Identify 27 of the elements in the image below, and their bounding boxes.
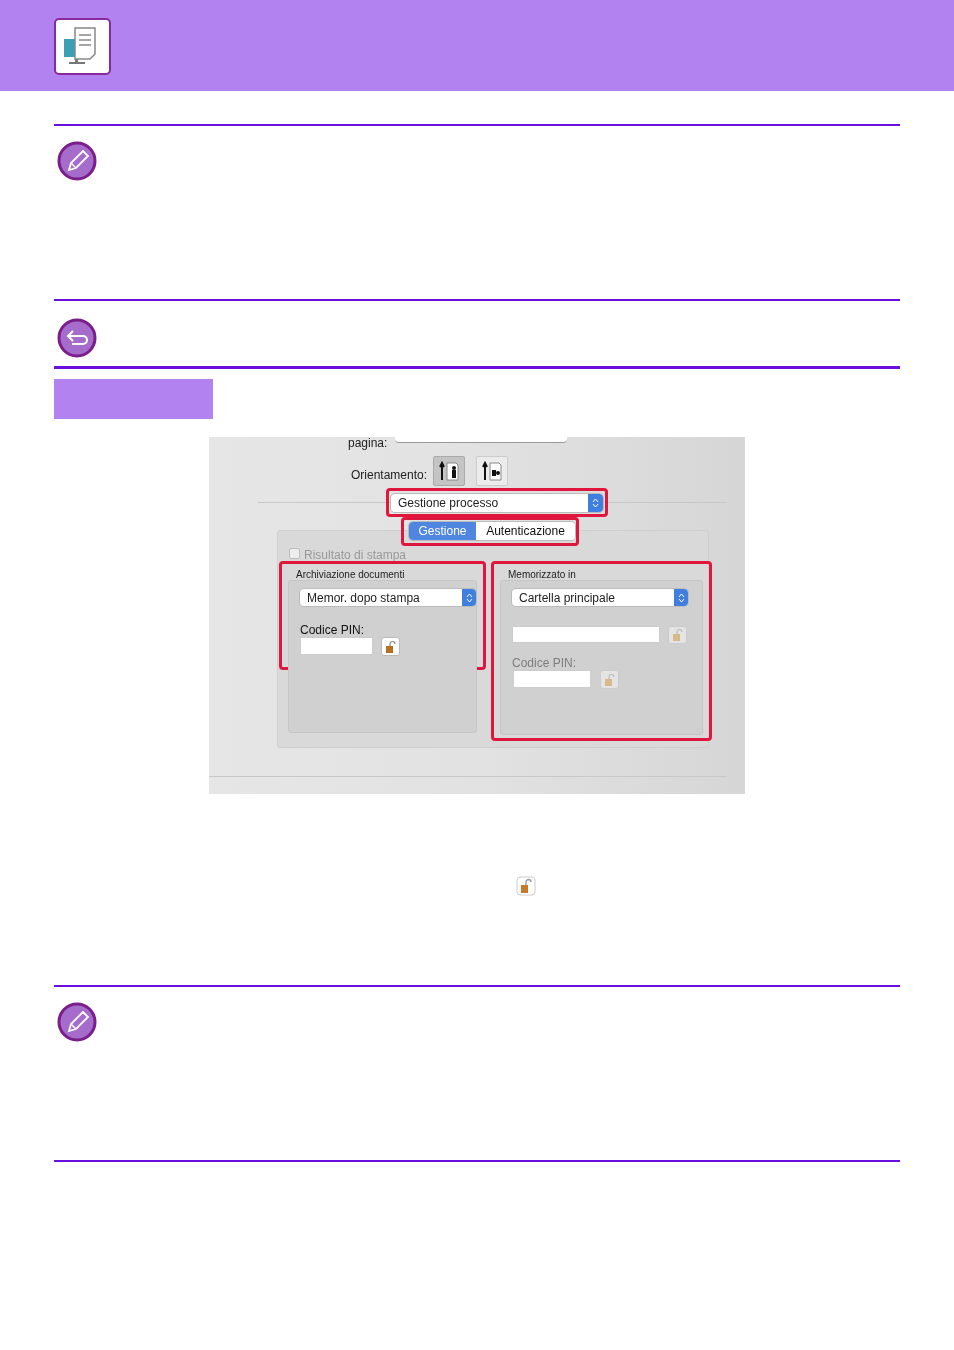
pencil-note-icon (57, 1002, 97, 1042)
lock-icon (671, 628, 684, 642)
lock-button[interactable] (381, 637, 400, 656)
field-label: Orientamento: (351, 467, 428, 484)
group-title: Memorizzato in (508, 568, 576, 582)
select-field[interactable]: Gestione processo (391, 494, 603, 512)
lock-icon (384, 639, 397, 654)
group-title: Archiviazione documenti (296, 568, 405, 582)
chevron-icon (588, 494, 603, 512)
chevron-icon (462, 589, 476, 606)
checkbox-label: Risultato di stampa (304, 547, 407, 564)
field-label: Codice PIN: (300, 622, 365, 639)
select-field[interactable] (395, 437, 567, 443)
orientation-button[interactable] (476, 456, 508, 486)
tab[interactable]: Gestione (409, 522, 476, 540)
orientation-button[interactable] (433, 456, 465, 486)
lock-icon (516, 876, 536, 896)
computer-document-icon (54, 18, 111, 75)
lock-icon (603, 672, 616, 687)
field-label: pagina: (348, 437, 388, 449)
input-field[interactable] (512, 626, 660, 643)
pin-field[interactable] (513, 670, 591, 688)
pencil-note-icon (57, 141, 97, 181)
field-label: Codice PIN: (512, 655, 577, 672)
chevron-icon (674, 589, 688, 606)
pin-field[interactable] (300, 637, 373, 655)
select-field[interactable]: Memor. dopo stampa (300, 589, 476, 606)
